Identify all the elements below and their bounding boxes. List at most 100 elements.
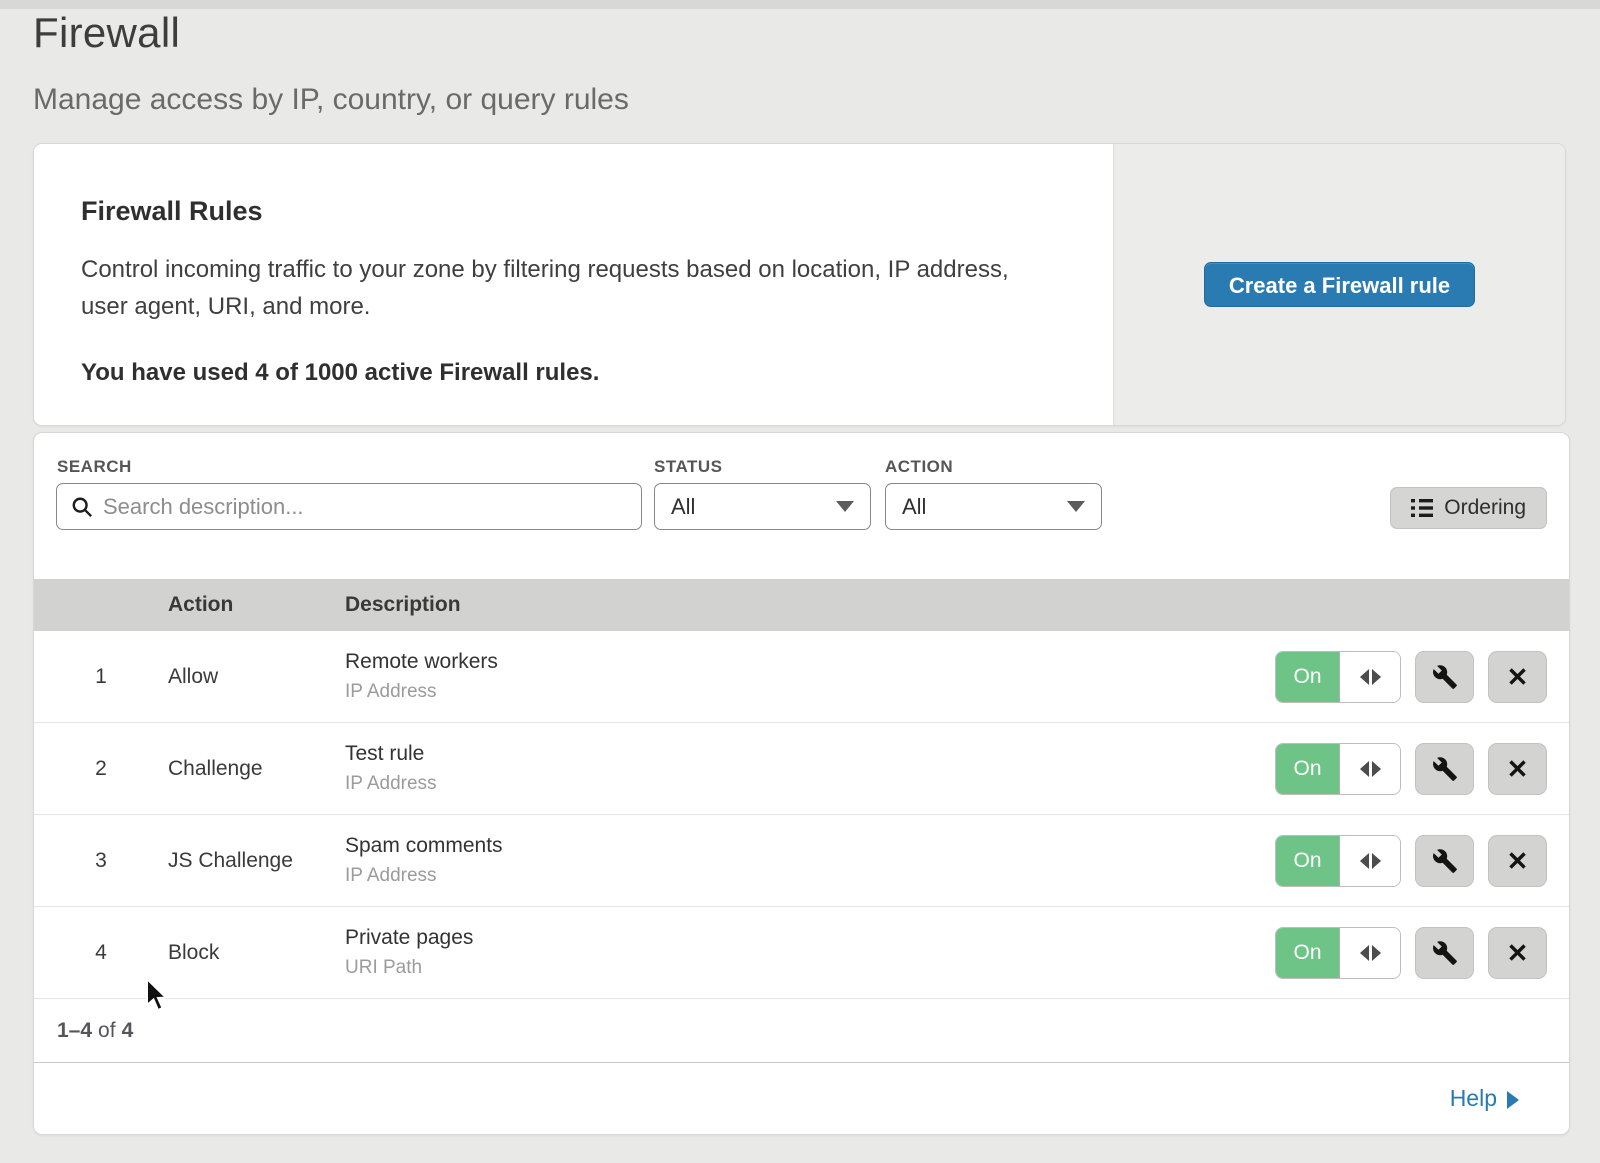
triangle-right-icon — [1372, 853, 1381, 869]
edit-rule-button[interactable] — [1415, 927, 1474, 979]
rule-description: Remote workers — [345, 650, 1275, 674]
page-title: Firewall — [33, 9, 629, 57]
pagination: 1–4 of 4 — [34, 999, 1569, 1063]
status-label: STATUS — [654, 457, 722, 477]
search-box[interactable] — [56, 483, 642, 530]
toggle-handle[interactable] — [1340, 836, 1400, 886]
wrench-icon — [1432, 940, 1458, 966]
create-firewall-rule-button[interactable]: Create a Firewall rule — [1204, 262, 1475, 307]
help-link[interactable]: Help — [1450, 1085, 1519, 1112]
toggle-on-label: On — [1276, 652, 1340, 702]
rule-action: JS Challenge — [168, 849, 345, 873]
triangle-left-icon — [1360, 853, 1369, 869]
edit-rule-button[interactable] — [1415, 743, 1474, 795]
rule-priority: 4 — [34, 941, 168, 965]
rule-priority: 1 — [34, 665, 168, 689]
rule-description-cell: Test rule IP Address — [345, 742, 1275, 795]
pagination-of: of — [98, 1019, 116, 1043]
help-link-label: Help — [1450, 1085, 1497, 1112]
rule-enabled-toggle[interactable]: On — [1275, 927, 1401, 979]
chevron-down-icon — [836, 501, 854, 512]
chevron-down-icon — [1067, 501, 1085, 512]
delete-rule-button[interactable]: ✕ — [1488, 927, 1547, 979]
rule-controls: On ✕ — [1275, 835, 1569, 887]
top-edge-strip — [0, 0, 1600, 9]
ordered-list-icon — [1411, 498, 1433, 518]
triangle-right-icon — [1372, 761, 1381, 777]
table-row: 1 Allow Remote workers IP Address On ✕ — [34, 631, 1569, 723]
toggle-handle[interactable] — [1340, 652, 1400, 702]
close-icon: ✕ — [1507, 848, 1529, 874]
pagination-range: 1–4 — [57, 1019, 92, 1043]
rule-enabled-toggle[interactable]: On — [1275, 651, 1401, 703]
rule-match-type: IP Address — [345, 681, 1275, 703]
rule-match-type: IP Address — [345, 865, 1275, 887]
rule-action: Allow — [168, 665, 345, 689]
close-icon: ✕ — [1507, 756, 1529, 782]
status-selected-value: All — [671, 494, 695, 520]
action-selected-value: All — [902, 494, 926, 520]
table-header: Action Description — [34, 579, 1569, 631]
rule-description-cell: Spam comments IP Address — [345, 834, 1275, 887]
rule-description: Test rule — [345, 742, 1275, 766]
table-row: 3 JS Challenge Spam comments IP Address … — [34, 815, 1569, 907]
description-column-header: Description — [345, 593, 1569, 617]
filters-bar: SEARCH STATUS All ACTION All — [34, 433, 1569, 579]
rule-controls: On ✕ — [1275, 743, 1569, 795]
overview-heading: Firewall Rules — [81, 196, 1053, 227]
status-select[interactable]: All — [654, 483, 871, 530]
rules-list: 1 Allow Remote workers IP Address On ✕ — [34, 631, 1569, 999]
ordering-button-label: Ordering — [1444, 496, 1526, 520]
rule-action: Block — [168, 941, 345, 965]
rule-description-cell: Private pages URI Path — [345, 926, 1275, 979]
rule-match-type: IP Address — [345, 773, 1275, 795]
edit-rule-button[interactable] — [1415, 835, 1474, 887]
toggle-handle[interactable] — [1340, 744, 1400, 794]
rule-priority: 2 — [34, 757, 168, 781]
rule-controls: On ✕ — [1275, 927, 1569, 979]
action-column-header: Action — [168, 593, 345, 617]
ordering-button[interactable]: Ordering — [1390, 487, 1547, 529]
delete-rule-button[interactable]: ✕ — [1488, 743, 1547, 795]
rule-action: Challenge — [168, 757, 345, 781]
table-row: 2 Challenge Test rule IP Address On ✕ — [34, 723, 1569, 815]
action-label: ACTION — [885, 457, 953, 477]
arrow-right-icon — [1507, 1091, 1519, 1109]
toggle-on-label: On — [1276, 744, 1340, 794]
rule-priority: 3 — [34, 849, 168, 873]
page-header: Firewall Manage access by IP, country, o… — [33, 9, 629, 117]
triangle-left-icon — [1360, 945, 1369, 961]
card-footer: Help — [34, 1063, 1569, 1134]
search-label: SEARCH — [57, 457, 132, 477]
firewall-rules-overview-card: Firewall Rules Control incoming traffic … — [33, 143, 1566, 426]
rule-description-cell: Remote workers IP Address — [345, 650, 1275, 703]
table-row: 4 Block Private pages URI Path On ✕ — [34, 907, 1569, 999]
toggle-handle[interactable] — [1340, 928, 1400, 978]
action-select[interactable]: All — [885, 483, 1102, 530]
wrench-icon — [1432, 664, 1458, 690]
triangle-left-icon — [1360, 761, 1369, 777]
edit-rule-button[interactable] — [1415, 651, 1474, 703]
rule-enabled-toggle[interactable]: On — [1275, 835, 1401, 887]
overview-usage-count: You have used 4 of 1000 active Firewall … — [81, 359, 1053, 387]
pagination-total: 4 — [122, 1019, 134, 1043]
rule-description: Spam comments — [345, 834, 1275, 858]
rule-controls: On ✕ — [1275, 651, 1569, 703]
delete-rule-button[interactable]: ✕ — [1488, 651, 1547, 703]
close-icon: ✕ — [1507, 940, 1529, 966]
wrench-icon — [1432, 848, 1458, 874]
close-icon: ✕ — [1507, 664, 1529, 690]
rule-description: Private pages — [345, 926, 1275, 950]
page-subtitle: Manage access by IP, country, or query r… — [33, 83, 629, 117]
triangle-right-icon — [1372, 945, 1381, 961]
overview-description: Control incoming traffic to your zone by… — [81, 251, 1031, 325]
toggle-on-label: On — [1276, 836, 1340, 886]
search-icon — [71, 496, 93, 518]
rule-enabled-toggle[interactable]: On — [1275, 743, 1401, 795]
search-input[interactable] — [103, 494, 627, 520]
overview-text-panel: Firewall Rules Control incoming traffic … — [34, 144, 1113, 425]
toggle-on-label: On — [1276, 928, 1340, 978]
delete-rule-button[interactable]: ✕ — [1488, 835, 1547, 887]
firewall-rules-list-card: SEARCH STATUS All ACTION All — [33, 432, 1570, 1135]
triangle-right-icon — [1372, 669, 1381, 685]
